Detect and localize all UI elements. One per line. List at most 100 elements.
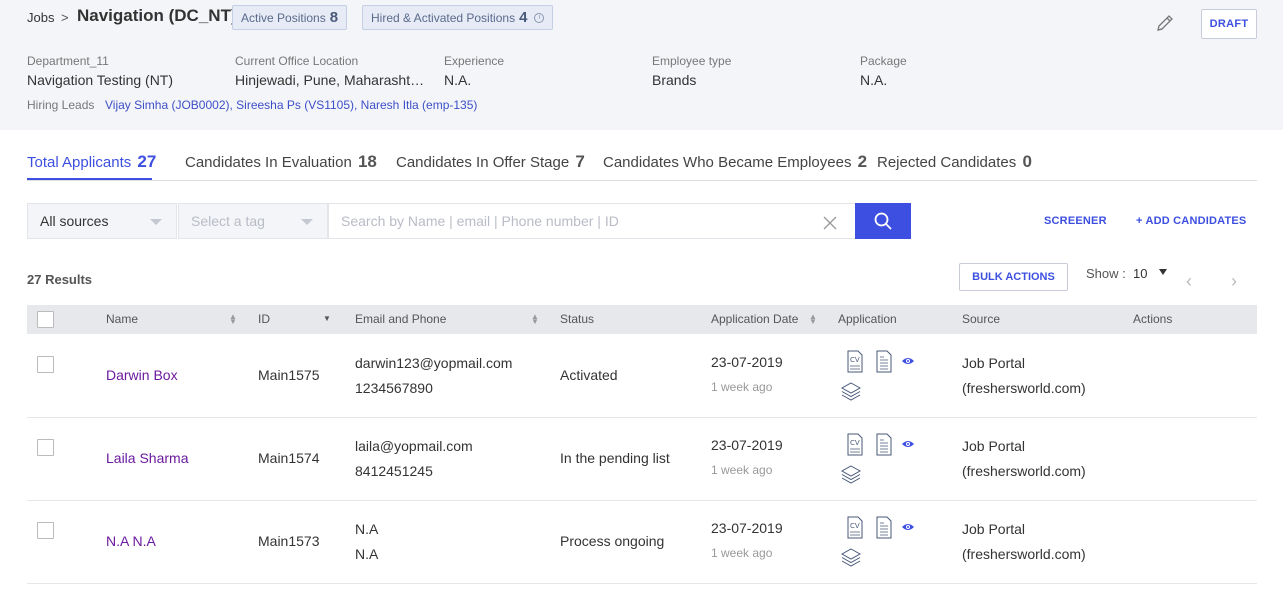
hiring-leads-value[interactable]: Vijay Simha (JOB0002), Sireesha Ps (VS11…: [105, 98, 477, 112]
breadcrumb-jobs[interactable]: Jobs: [27, 10, 54, 25]
tab-label: Rejected Candidates: [877, 154, 1017, 171]
candidate-name-link[interactable]: Darwin Box: [106, 367, 178, 383]
eye-icon[interactable]: [901, 522, 915, 532]
page-title: Navigation (DC_NT): [77, 6, 237, 25]
sort-icon[interactable]: ▲ ▼: [809, 313, 817, 326]
screener-button[interactable]: SCREENER: [1044, 215, 1107, 227]
results-count: 27 Results: [27, 272, 93, 287]
hiring-leads-label: Hiring Leads: [27, 98, 95, 112]
hired-positions-badge: Hired & Activated Positions 4 i: [362, 5, 554, 30]
tab-label: Candidates In Offer Stage: [396, 154, 570, 171]
applicant-tabs: Total Applicants 27 Candidates In Evalua…: [27, 150, 1257, 181]
employee-type-label: Employee type: [652, 54, 732, 68]
candidate-status: In the pending list: [560, 450, 670, 466]
table-row: Laila Sharma Main1574 laila@yopmail.com …: [27, 418, 1257, 501]
tab-total-applicants[interactable]: Total Applicants 27: [27, 152, 156, 172]
column-email-phone-header[interactable]: Email and Phone: [355, 312, 446, 326]
source-detail: (freshersworld.com): [962, 380, 1086, 396]
tab-label: Candidates In Evaluation: [185, 154, 352, 171]
candidate-name-link[interactable]: N.A N.A: [106, 533, 156, 549]
eye-icon[interactable]: [901, 439, 915, 449]
department-label: Department_11: [27, 54, 109, 68]
candidate-phone: 1234567890: [355, 380, 433, 396]
package-field: Package N.A.: [860, 54, 1050, 88]
tab-rejected-candidates[interactable]: Rejected Candidates 0: [877, 152, 1032, 172]
sort-icon[interactable]: ▲ ▼: [531, 313, 539, 326]
candidate-status: Process ongoing: [560, 533, 665, 549]
row-checkbox[interactable]: [37, 522, 54, 539]
eye-icon[interactable]: [901, 356, 915, 366]
office-location-field: Current Office Location Hinjewadi, Pune,…: [235, 54, 425, 88]
active-positions-badge: Active Positions 8: [232, 5, 348, 30]
draft-status-button[interactable]: DRAFT: [1201, 9, 1257, 39]
cv-document-icon[interactable]: CV: [846, 516, 864, 540]
clear-search-icon[interactable]: [823, 216, 837, 230]
tab-label: Total Applicants: [27, 154, 132, 171]
candidate-id: Main1575: [258, 367, 320, 383]
layers-icon[interactable]: [840, 547, 862, 567]
active-positions-count: 8: [329, 9, 339, 26]
edit-pencil-icon[interactable]: [1154, 12, 1176, 34]
active-tab-indicator: [27, 178, 152, 180]
select-all-checkbox[interactable]: [37, 311, 54, 328]
column-application-date-header[interactable]: Application Date: [711, 312, 798, 326]
source-detail: (freshersworld.com): [962, 546, 1086, 562]
tab-count: 7: [575, 152, 585, 171]
candidate-id: Main1573: [258, 533, 320, 549]
next-page-button[interactable]: ›: [1231, 272, 1237, 290]
column-id-header[interactable]: ID: [258, 312, 270, 326]
table-row: N.A N.A Main1573 N.A N.A Process ongoing…: [27, 501, 1257, 584]
source-name: Job Portal: [962, 355, 1026, 371]
column-name-header[interactable]: Name: [106, 312, 138, 326]
table-header: Name ▲ ▼ ID ▼ Email and Phone ▲ ▼ Status A…: [27, 305, 1257, 334]
application-age: 1 week ago: [711, 380, 773, 394]
source-select[interactable]: All sources: [27, 203, 177, 239]
tab-candidates-in-offer-stage[interactable]: Candidates In Offer Stage 7: [396, 152, 585, 172]
candidate-id: Main1574: [258, 450, 320, 466]
application-form-icon[interactable]: [875, 516, 893, 540]
layers-icon[interactable]: [840, 464, 862, 484]
application-form-icon[interactable]: [875, 350, 893, 374]
tab-count: 27: [137, 152, 157, 171]
application-form-icon[interactable]: [875, 433, 893, 457]
layers-icon[interactable]: [840, 381, 862, 401]
source-name: Job Portal: [962, 438, 1026, 454]
add-candidates-button[interactable]: + ADD CANDIDATES: [1136, 215, 1246, 227]
row-checkbox[interactable]: [37, 439, 54, 456]
experience-field: Experience N.A.: [444, 54, 634, 88]
column-application-header: Application: [838, 312, 897, 326]
page-size-select[interactable]: 10: [1133, 266, 1147, 281]
candidate-phone: N.A: [355, 546, 379, 562]
bulk-actions-button[interactable]: BULK ACTIONS: [959, 263, 1068, 291]
candidate-email: laila@yopmail.com: [355, 438, 473, 454]
candidate-email: darwin123@yopmail.com: [355, 355, 513, 371]
hired-positions-count: 4: [519, 9, 528, 26]
cv-document-icon[interactable]: CV: [846, 433, 864, 457]
candidate-phone: 8412451245: [355, 463, 433, 479]
source-select-value: All sources: [40, 213, 109, 229]
svg-text:CV: CV: [850, 356, 860, 364]
candidate-status: Activated: [560, 367, 618, 383]
cv-document-icon[interactable]: CV: [846, 350, 864, 374]
department-field: Department_11 Navigation Testing (NT): [27, 54, 217, 88]
svg-text:CV: CV: [850, 439, 860, 447]
source-detail: (freshersworld.com): [962, 463, 1086, 479]
office-location-value: Hinjewadi, Pune, Maharashtr...: [235, 72, 425, 88]
search-button[interactable]: [855, 203, 911, 239]
department-value: Navigation Testing (NT): [27, 72, 174, 88]
row-checkbox[interactable]: [37, 356, 54, 373]
tab-candidates-became-employees[interactable]: Candidates Who Became Employees 2: [603, 152, 867, 172]
search-input[interactable]: [328, 203, 856, 239]
sort-desc-icon[interactable]: ▼: [323, 315, 331, 323]
tag-select[interactable]: Select a tag: [178, 203, 328, 239]
caret-down-icon[interactable]: [1159, 269, 1167, 275]
info-icon[interactable]: i: [534, 12, 545, 23]
table-row: Darwin Box Main1575 darwin123@yopmail.co…: [27, 335, 1257, 418]
candidate-name-link[interactable]: Laila Sharma: [106, 450, 189, 466]
prev-page-button[interactable]: ‹: [1186, 272, 1192, 290]
tab-count: 18: [357, 152, 377, 171]
application-date: 23-07-2019: [711, 354, 783, 370]
sort-icon[interactable]: ▲ ▼: [229, 313, 237, 326]
tab-candidates-in-evaluation[interactable]: Candidates In Evaluation 18: [185, 152, 377, 172]
experience-label: Experience: [444, 54, 505, 68]
